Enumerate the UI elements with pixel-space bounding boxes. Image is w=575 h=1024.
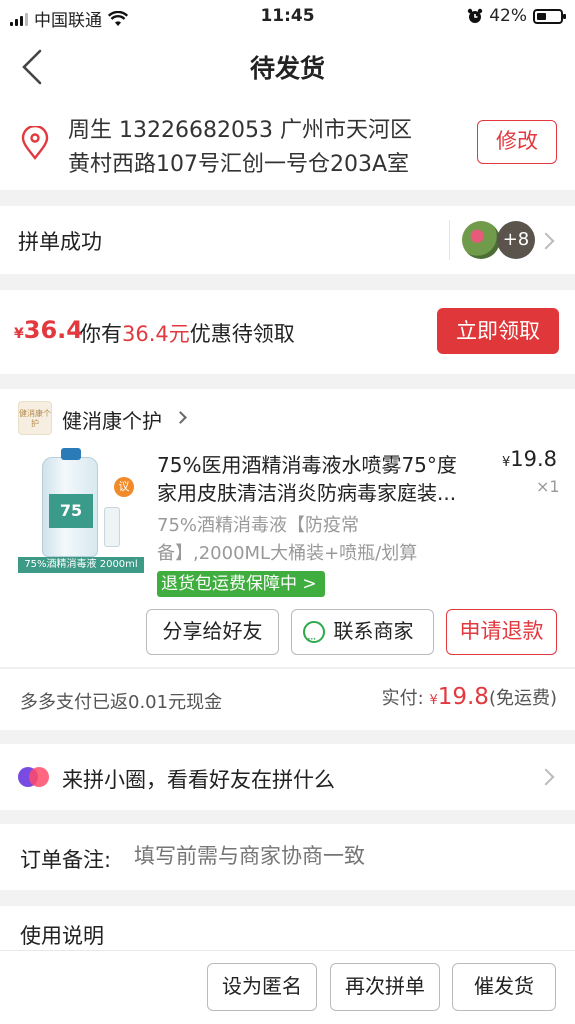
reorder-group-button[interactable]: 再次拼单 bbox=[330, 963, 440, 1011]
shipping-note: (免运费) bbox=[488, 688, 557, 709]
share-to-friend-button[interactable]: 分享给好友 bbox=[146, 609, 279, 655]
battery-percent: 42% bbox=[489, 6, 527, 26]
bottle-label: 75 bbox=[49, 494, 93, 528]
coupon-section: ¥36.4 你有36.4元优惠待领取 立即领取 bbox=[0, 290, 575, 374]
friend-circle-row[interactable]: 来拼小圈，看看好友在拼什么 bbox=[0, 744, 575, 810]
price-value: 19.8 bbox=[510, 447, 558, 471]
product-quantity: ×1 bbox=[536, 477, 560, 496]
chevron-right-icon bbox=[537, 768, 555, 786]
usage-label: 使用说明 bbox=[20, 924, 104, 948]
location-pin-icon bbox=[21, 126, 49, 160]
product-title-line2[interactable]: 家用皮肤清洁消炎防病毒家庭装... bbox=[157, 477, 456, 506]
group-buy-section[interactable]: 拼单成功 +8 bbox=[0, 206, 575, 274]
remark-label: 订单备注: bbox=[20, 848, 112, 872]
coupon-amount: ¥36.4 bbox=[14, 316, 83, 344]
edit-address-button[interactable]: 修改 bbox=[477, 120, 557, 164]
address-detail: 黄村西路107号汇创一号仓203A室 bbox=[68, 152, 410, 177]
image-caption: 75%酒精消毒液 2000ml bbox=[18, 557, 144, 573]
divider bbox=[449, 220, 450, 260]
paid-value: ¥19.8 bbox=[429, 684, 489, 710]
paid-label: 实付: bbox=[381, 688, 430, 709]
chat-icon bbox=[303, 618, 325, 661]
return-shipping-guarantee-badge[interactable]: 退货包运费保障中 > bbox=[157, 571, 325, 597]
bottom-action-bar: 设为匿名 再次拼单 催发货 bbox=[0, 950, 575, 1024]
bottle-cap bbox=[61, 448, 81, 460]
coupon-text-amount: 36.4元 bbox=[122, 322, 190, 346]
coupon-value: 36.4 bbox=[23, 316, 83, 344]
contact-seller-button[interactable]: 联系商家 bbox=[291, 609, 434, 661]
product-price: ¥19.8 bbox=[502, 447, 557, 471]
chevron-right-icon bbox=[174, 411, 187, 424]
product-image[interactable]: 75 议 75%酒精消毒液 2000ml bbox=[18, 447, 144, 573]
alarm-icon bbox=[468, 8, 483, 23]
circle-logo-icon bbox=[18, 767, 49, 787]
product-spec-line2: 备】,2000ML大桶装+喷瓶/划算 bbox=[157, 543, 418, 564]
contact-seller-label: 联系商家 bbox=[333, 619, 414, 643]
request-refund-button[interactable]: 申请退款 bbox=[446, 609, 557, 655]
shop-name[interactable]: 健消康个护 bbox=[62, 405, 162, 434]
coupon-text: 你有36.4元优惠待领取 bbox=[80, 318, 295, 348]
image-badge: 议 bbox=[114, 477, 134, 497]
battery-icon bbox=[533, 8, 566, 24]
cashback-text: 多多支付已返0.01元现金 bbox=[20, 692, 223, 713]
avatar-more-count: +8 bbox=[497, 221, 535, 259]
chevron-right-icon bbox=[537, 232, 555, 250]
address-section: 周生 13226682053 广州市天河区 黄村西路107号汇创一号仓203A室… bbox=[0, 100, 575, 190]
coupon-text-prefix: 你有 bbox=[80, 322, 122, 346]
sprayer-graphic bbox=[104, 507, 120, 547]
product-title-line1[interactable]: 75%医用酒精消毒液水喷雾75°度 bbox=[157, 449, 457, 478]
payment-section: 多多支付已返0.01元现金 实付: ¥19.8(免运费) bbox=[0, 668, 575, 730]
order-remark-row: 订单备注: bbox=[0, 824, 575, 890]
order-card: 健消康个护 健消康个护 75 议 75%酒精消毒液 2000ml 75%医用酒精… bbox=[0, 389, 575, 667]
nav-bar: 待发货 bbox=[0, 34, 575, 100]
page-title: 待发货 bbox=[249, 54, 325, 83]
address-recipient: 周生 13226682053 广州市天河区 bbox=[68, 118, 412, 143]
currency-symbol: ¥ bbox=[429, 693, 438, 708]
remark-input[interactable] bbox=[134, 844, 534, 868]
bottle-graphic: 75 bbox=[42, 448, 98, 557]
currency-symbol: ¥ bbox=[14, 326, 24, 342]
paid-amount: 实付: ¥19.8(免运费) bbox=[382, 684, 557, 710]
coupon-text-suffix: 优惠待领取 bbox=[189, 322, 295, 346]
group-buy-status: 拼单成功 bbox=[18, 230, 102, 254]
friend-circle-text: 来拼小圈，看看好友在拼什么 bbox=[62, 768, 335, 792]
set-anonymous-button[interactable]: 设为匿名 bbox=[207, 963, 317, 1011]
status-bar: 中国联通 11:45 42% bbox=[0, 0, 575, 34]
paid-number: 19.8 bbox=[437, 684, 489, 710]
shop-logo[interactable]: 健消康个护 bbox=[18, 401, 52, 435]
urge-shipping-button[interactable]: 催发货 bbox=[452, 963, 556, 1011]
avatar bbox=[462, 221, 500, 259]
product-spec-line1: 75%酒精消毒液【防疫常 bbox=[157, 515, 360, 536]
claim-coupon-button[interactable]: 立即领取 bbox=[437, 308, 559, 354]
status-right: 42% bbox=[467, 6, 566, 26]
